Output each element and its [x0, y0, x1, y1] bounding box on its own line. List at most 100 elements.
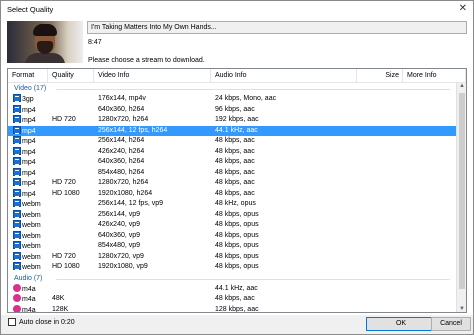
video-file-icon	[13, 178, 21, 186]
stream-row[interactable]: mp4 HD 720 1280x720, h264 48 kbps, aac	[8, 178, 456, 189]
stream-row[interactable]: webm 854x480, vp9 48 kbps, opus	[8, 241, 456, 252]
audio-file-icon	[13, 304, 21, 312]
column-header-more-info[interactable]: More Info	[403, 69, 466, 83]
audio-info-cell: 48 kbps, opus	[215, 210, 259, 221]
quality-cell: HD 1080	[52, 262, 80, 273]
auto-close-checkbox[interactable]	[8, 318, 16, 326]
audio-info-cell-text: 48 kbps, opus	[215, 252, 259, 260]
select-quality-dialog: Select Quality ✕ I'm Taking Matters Into…	[0, 0, 474, 335]
stream-row[interactable]: mp4 854x480, h264 48 kbps, aac	[8, 167, 456, 179]
column-header-size[interactable]: Size	[357, 69, 403, 83]
video-info-cell: 256x144, h264	[98, 136, 144, 147]
stream-row[interactable]: webm HD 720 1280x720, vp9 48 kbps, opus	[8, 251, 456, 263]
video-file-icon	[13, 262, 21, 270]
video-file-icon	[13, 230, 21, 239]
audio-info-cell: 192 kbps, aac	[215, 115, 259, 126]
quality-cell-text: HD 720	[52, 252, 76, 260]
column-header-video-info[interactable]: Video Info	[94, 69, 211, 83]
stream-row[interactable]: mp4 HD 1080 1920x1080, h264 48 kbps, aac	[8, 188, 456, 200]
column-header-audio-info[interactable]: Audio Info	[211, 69, 357, 83]
audio-info-cell-text: 48 kbps, aac	[215, 179, 255, 186]
format-cell-text: mp4	[22, 180, 36, 187]
stream-row[interactable]: mp4 HD 720 1280x720, h264 192 kbps, aac	[8, 115, 456, 126]
column-header-quality[interactable]: Quality	[48, 69, 94, 83]
ok-button[interactable]: OK	[366, 317, 436, 331]
scroll-up-icon[interactable]: ▲	[459, 83, 465, 89]
video-info-cell-text: 426x240, h264	[98, 147, 145, 155]
video-file-icon	[13, 199, 21, 207]
quality-cell: HD 720	[52, 252, 76, 263]
audio-info-cell-text: 48 kbps, aac	[215, 295, 255, 302]
auto-close-label: Auto close in 0:20	[19, 318, 75, 326]
vertical-scrollbar[interactable]: ▲ ▼	[456, 83, 466, 312]
video-info-cell: 426x240, vp9	[98, 220, 140, 231]
group-header[interactable]: Video (17)	[8, 83, 456, 94]
video-info-cell-text: 1920x1080, vp9	[98, 263, 148, 270]
video-title-field[interactable]: I'm Taking Matters Into My Own Hands...	[87, 21, 467, 34]
stream-row[interactable]: mp4 426x240, h264 48 kbps, aac	[8, 146, 456, 158]
stream-row[interactable]: m4a 48K 48 kbps, aac	[8, 294, 456, 305]
audio-info-cell: 48 kbps, aac	[215, 189, 255, 200]
format-cell-text: mp4	[22, 106, 36, 114]
video-file-icon	[13, 157, 21, 165]
video-info-cell: 1280x720, h264	[98, 178, 148, 189]
audio-info-cell: 48 kbps, aac	[215, 168, 255, 179]
video-file-icon	[13, 251, 21, 260]
video-file-icon	[13, 136, 21, 144]
video-info-cell-text: 1280x720, h264	[98, 179, 149, 186]
video-info-cell-text: 854x480, h264	[98, 168, 145, 176]
video-info-cell-text: 1280x720, vp9	[98, 252, 144, 260]
video-duration: 8:47	[88, 39, 102, 46]
audio-info-cell-text: 48 kbps, opus	[215, 210, 259, 218]
close-icon[interactable]: ✕	[459, 3, 467, 14]
video-info-cell: 640x360, h264	[98, 105, 144, 116]
scrollbar-thumb[interactable]	[459, 93, 465, 289]
audio-file-icon	[13, 283, 21, 292]
auto-close-option[interactable]: Auto close in 0:20	[8, 318, 75, 326]
format-cell-text: mp4	[22, 127, 36, 135]
audio-info-cell-text: 48 kbps, aac	[215, 147, 255, 155]
video-info-cell: 426x240, h264	[98, 147, 144, 158]
format-cell-text: 3gp	[22, 96, 34, 103]
audio-info-cell: 48 kbps, aac	[215, 147, 255, 158]
group-label: Audio (7)	[14, 274, 43, 282]
stream-row[interactable]: m4a 128K 128 kbps, aac	[8, 304, 456, 312]
video-info-cell-text: 854x480, vp9	[98, 242, 141, 249]
column-header-format[interactable]: Format	[8, 69, 48, 83]
stream-row[interactable]: webm 640x360, vp9 48 kbps, opus	[8, 230, 456, 242]
stream-row[interactable]: 3gp 176x144, mp4v 24 kbps, Mono, aac	[8, 94, 456, 105]
video-file-icon	[13, 94, 21, 102]
audio-info-cell: 44.1 kHz, aac	[215, 284, 258, 295]
video-info-cell: 256x144, 12 fps, vp9	[98, 199, 163, 210]
audio-info-cell: 48 kbps, opus	[215, 252, 259, 263]
stream-row[interactable]: webm 256x144, vp9 48 kbps, opus	[8, 209, 456, 221]
audio-info-cell: 96 kbps, aac	[215, 105, 255, 116]
video-info-cell: 854x480, h264	[98, 168, 144, 179]
format-cell: m4a	[13, 304, 36, 312]
stream-row[interactable]: mp4 256x144, h264 48 kbps, aac	[8, 136, 456, 147]
format-cell-text: mp4	[22, 190, 36, 198]
video-file-icon	[13, 209, 21, 218]
video-info-cell: 176x144, mp4v	[98, 94, 146, 105]
stream-row[interactable]: webm 256x144, 12 fps, vp9 48 kHz, opus	[8, 199, 456, 210]
stream-list[interactable]: Format Quality Video Info Audio Info Siz…	[7, 68, 467, 313]
group-header[interactable]: Audio (7)	[8, 273, 456, 284]
video-file-icon	[13, 188, 21, 197]
scroll-down-icon[interactable]: ▼	[459, 306, 465, 312]
audio-info-cell-text: 48 kbps, opus	[215, 231, 259, 239]
stream-row[interactable]: webm HD 1080 1920x1080, vp9 48 kbps, opus	[8, 262, 456, 273]
audio-info-cell-text: 48 kbps, aac	[215, 168, 255, 176]
stream-row[interactable]: mp4 640x360, h264 48 kbps, aac	[8, 157, 456, 168]
format-cell-text: mp4	[22, 159, 36, 166]
format-cell-text: mp4	[22, 117, 36, 124]
audio-info-cell: 48 kHz, opus	[215, 199, 256, 210]
format-cell-text: webm	[22, 253, 41, 261]
stream-row[interactable]: m4a 44.1 kHz, aac	[8, 283, 456, 295]
video-file-icon	[13, 241, 21, 249]
cancel-button[interactable]: Cancel	[431, 317, 471, 331]
stream-row[interactable]: mp4 256x144, 12 fps, h264 44.1 kHz, aac	[8, 125, 456, 137]
video-info-cell: 1920x1080, h264	[98, 189, 152, 200]
audio-info-cell: 44.1 kHz, aac	[215, 126, 258, 137]
stream-row[interactable]: webm 426x240, vp9 48 kbps, opus	[8, 220, 456, 231]
stream-row[interactable]: mp4 640x360, h264 96 kbps, aac	[8, 104, 456, 116]
